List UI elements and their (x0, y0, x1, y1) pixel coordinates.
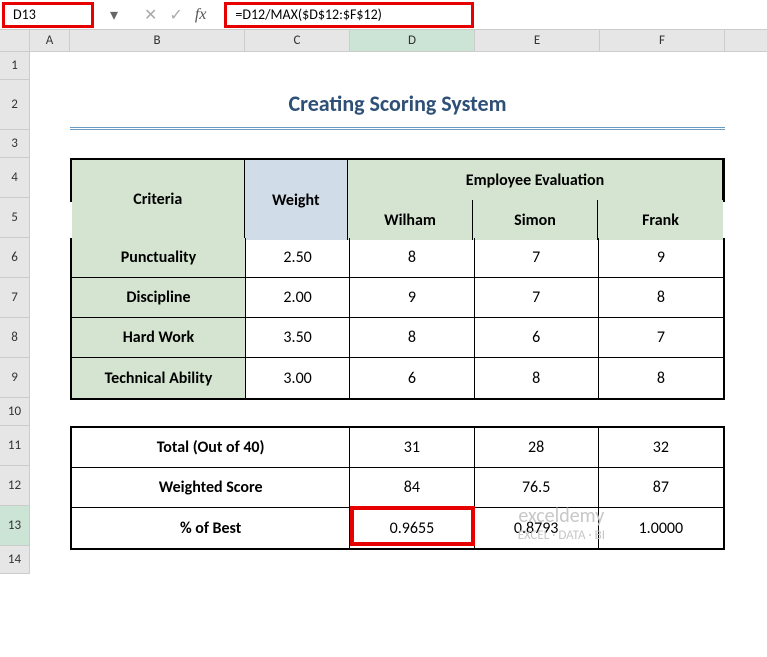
criteria-table: Criteria Weight Employee Evaluation Wilh… (70, 158, 725, 202)
score-cell[interactable]: 8 (350, 318, 474, 358)
formula-bar-icons: ✕ ✓ fx (144, 5, 206, 25)
weight-header: Weight (245, 160, 349, 240)
table-row: Hard Work 3.50 8 6 7 (72, 318, 723, 358)
formula-input[interactable]: =D12/MAX($D$12:$F$12) (224, 2, 474, 28)
pct-cell[interactable]: 0.8793 (475, 508, 599, 548)
total-label[interactable]: Total (Out of 40) (72, 428, 350, 468)
row-header-14[interactable]: 14 (0, 546, 30, 574)
row-header-9[interactable]: 9 (0, 358, 30, 398)
table-row: Weighted Score 84 76.5 87 (72, 468, 723, 508)
criteria-name[interactable]: Hard Work (72, 318, 246, 358)
table-row: Discipline 2.00 9 7 8 (72, 278, 723, 318)
score-cell[interactable]: 8 (350, 238, 474, 278)
row-headers: 1 2 3 4 5 6 7 8 9 10 11 12 13 14 (0, 52, 30, 574)
row-header-1[interactable]: 1 (0, 52, 30, 80)
formula-text: =D12/MAX($D$12:$F$12) (235, 6, 382, 23)
weight-cell[interactable]: 2.00 (246, 278, 350, 318)
row-header-13[interactable]: 13 (0, 506, 30, 546)
name-box-dropdown[interactable]: ▾ (102, 2, 126, 28)
weighted-cell[interactable]: 87 (599, 468, 723, 508)
criteria-name[interactable]: Technical Ability (72, 358, 246, 398)
score-cell[interactable]: 8 (599, 358, 723, 398)
row-header-11[interactable]: 11 (0, 426, 30, 466)
row-header-6[interactable]: 6 (0, 238, 30, 278)
name-box-value: D13 (13, 6, 36, 23)
summary-table: Total (Out of 40) 31 28 32 Weighted Scor… (70, 426, 725, 550)
accept-icon[interactable]: ✓ (169, 5, 182, 25)
score-cell[interactable]: 8 (599, 278, 723, 318)
score-cell[interactable]: 9 (599, 238, 723, 278)
fx-icon[interactable]: fx (195, 6, 207, 24)
column-headers: A B C D E F (0, 30, 767, 52)
eval-header: Employee Evaluation (348, 160, 723, 200)
col-header-A[interactable]: A (30, 30, 70, 51)
cancel-icon[interactable]: ✕ (144, 5, 157, 25)
score-cell[interactable]: 6 (475, 318, 599, 358)
row-header-10[interactable]: 10 (0, 398, 30, 426)
weighted-cell[interactable]: 76.5 (475, 468, 599, 508)
col-header-E[interactable]: E (475, 30, 600, 51)
grid-body: 1 2 3 4 5 6 7 8 9 10 11 12 13 14 Creatin… (0, 52, 767, 574)
col-header-F[interactable]: F (600, 30, 725, 51)
criteria-name[interactable]: Discipline (72, 278, 246, 318)
col-header-D[interactable]: D (350, 30, 475, 51)
page-title: Creating Scoring System (70, 80, 725, 130)
pct-label[interactable]: % of Best (72, 508, 350, 548)
pct-cell[interactable]: 0.9655 (350, 508, 474, 548)
table-row: Punctuality 2.50 8 7 9 (72, 238, 723, 278)
table-row: % of Best 0.9655 0.8793 1.0000 (72, 508, 723, 548)
weight-cell[interactable]: 3.50 (246, 318, 350, 358)
row-header-2[interactable]: 2 (0, 80, 30, 130)
score-cell[interactable]: 7 (475, 238, 599, 278)
score-cell[interactable]: 8 (475, 358, 599, 398)
score-cell[interactable]: 9 (350, 278, 474, 318)
col-header-C[interactable]: C (245, 30, 350, 51)
col-header-B[interactable]: B (70, 30, 245, 51)
formula-bar: D13 ▾ ✕ ✓ fx =D12/MAX($D$12:$F$12) (0, 0, 767, 30)
score-cell[interactable]: 7 (475, 278, 599, 318)
row-header-5[interactable]: 5 (0, 198, 30, 238)
row-header-4[interactable]: 4 (0, 158, 30, 198)
weighted-cell[interactable]: 84 (350, 468, 474, 508)
score-cell[interactable]: 7 (599, 318, 723, 358)
criteria-header: Criteria (72, 160, 245, 240)
score-cell[interactable]: 6 (350, 358, 474, 398)
content-area[interactable]: Creating Scoring System Criteria Weight … (30, 52, 725, 574)
criteria-name[interactable]: Punctuality (72, 238, 246, 278)
total-cell[interactable]: 28 (475, 428, 599, 468)
select-all-corner[interactable] (0, 30, 30, 51)
table-row: Total (Out of 40) 31 28 32 (72, 428, 723, 468)
row-header-7[interactable]: 7 (0, 278, 30, 318)
table-row: Technical Ability 3.00 6 8 8 (72, 358, 723, 398)
row-header-8[interactable]: 8 (0, 318, 30, 358)
weight-cell[interactable]: 2.50 (246, 238, 350, 278)
emp2-header: Simon (473, 200, 598, 240)
emp3-header: Frank (598, 200, 723, 240)
emp1-header: Wilham (348, 200, 473, 240)
weighted-label[interactable]: Weighted Score (72, 468, 350, 508)
name-box[interactable]: D13 (2, 2, 94, 28)
total-cell[interactable]: 31 (350, 428, 474, 468)
weight-cell[interactable]: 3.00 (246, 358, 350, 398)
row-header-3[interactable]: 3 (0, 130, 30, 158)
pct-cell[interactable]: 1.0000 (599, 508, 723, 548)
total-cell[interactable]: 32 (599, 428, 723, 468)
row-header-12[interactable]: 12 (0, 466, 30, 506)
